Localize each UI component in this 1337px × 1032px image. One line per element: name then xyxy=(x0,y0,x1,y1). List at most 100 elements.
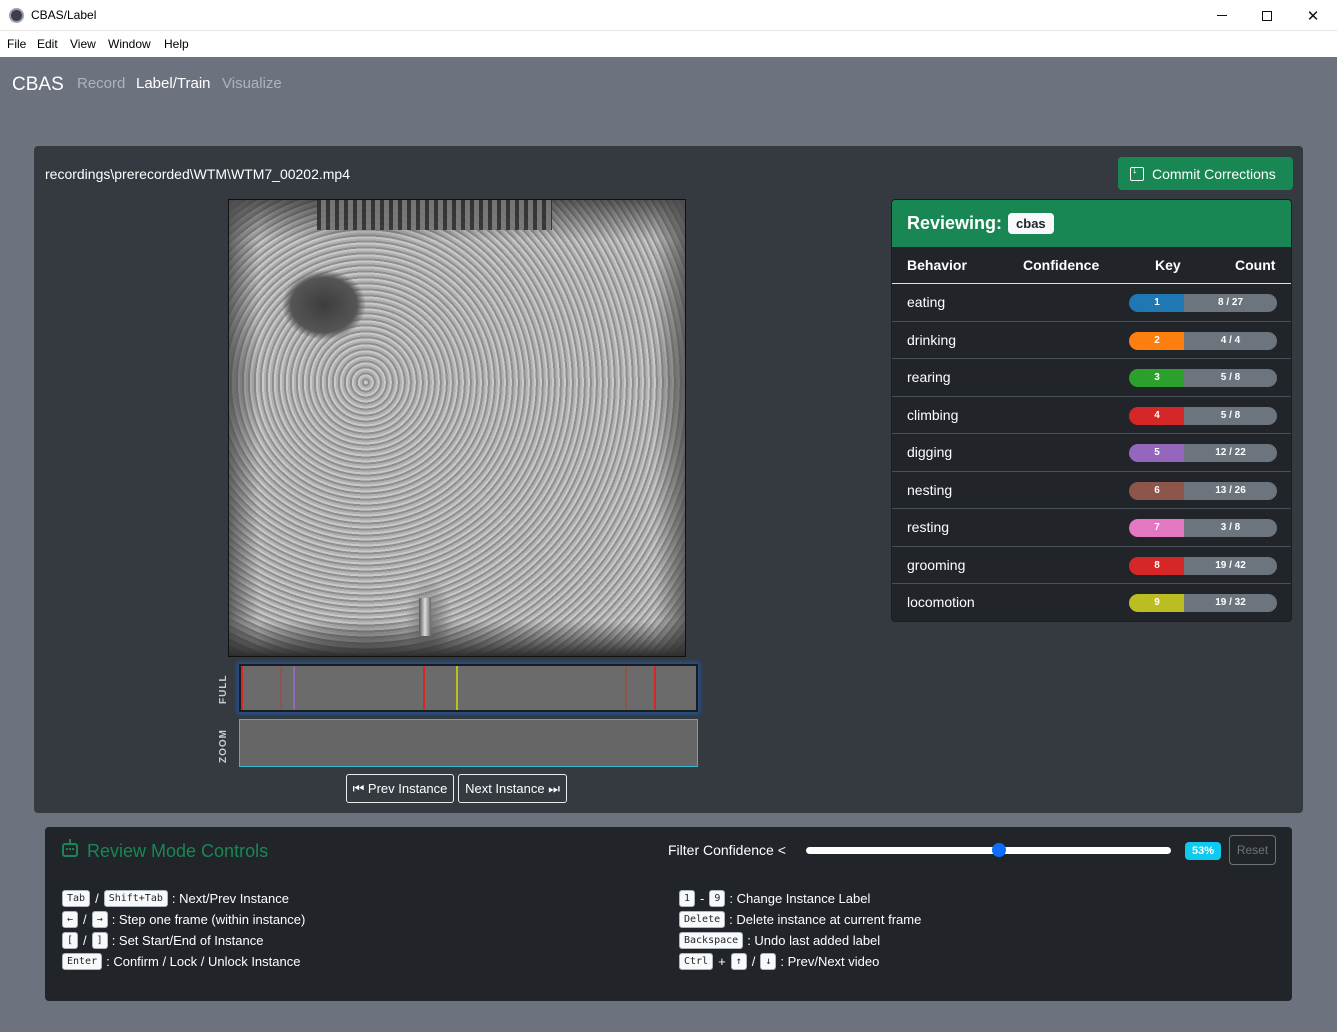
left-hotkey-row: [/] : Set Start/End of Instance xyxy=(60,932,263,949)
behavior-name: drinking xyxy=(907,331,957,348)
behavior-key-badge: 8 xyxy=(1129,556,1185,575)
key-separator: - xyxy=(700,891,705,906)
keycap: ↑ xyxy=(730,953,747,970)
behavior-key-badge: 2 xyxy=(1129,331,1185,350)
right-hotkey-row: Backspace : Undo last added label xyxy=(677,932,880,949)
title-bar: CBAS/Label ✕ xyxy=(0,0,1337,31)
hotkey-description: : Confirm / Lock / Unlock Instance xyxy=(106,954,301,969)
right-hotkey-row: Ctrl + ↑ / ↓ : Prev/Next video xyxy=(677,953,879,970)
video-frame[interactable] xyxy=(228,199,686,657)
behavior-key-badge: 4 xyxy=(1129,406,1185,425)
water-spout xyxy=(419,598,431,636)
app-icon xyxy=(9,8,24,23)
confidence-value-badge: 53% xyxy=(1185,842,1221,860)
confidence-slider[interactable] xyxy=(806,847,1171,854)
behavior-count-badge: 13 / 26 xyxy=(1184,481,1277,500)
keycap: Enter xyxy=(62,953,103,970)
behavior-count-badge: 4 / 4 xyxy=(1184,331,1277,350)
minimize-button[interactable] xyxy=(1199,0,1245,31)
key-separator: / xyxy=(83,933,87,948)
label-panel: recordings\prerecorded\WTM\WTM7_00202.mp… xyxy=(34,146,1303,813)
keycap: ← xyxy=(62,911,79,928)
behavior-count-badge: 12 / 22 xyxy=(1184,444,1277,462)
behavior-name: climbing xyxy=(907,406,959,423)
zoom-timeline[interactable] xyxy=(239,719,698,767)
menu-view[interactable]: View xyxy=(70,37,96,51)
key-separator: / xyxy=(83,912,87,927)
keycap: ↓ xyxy=(760,953,777,970)
behavior-name: eating xyxy=(907,294,946,310)
menu-bar: File Edit View Window Help xyxy=(0,31,1337,57)
key-separator: / xyxy=(95,891,99,906)
left-hotkey-row: ← / → : Step one frame (within instance) xyxy=(60,911,305,928)
brand-logo[interactable]: CBAS xyxy=(12,74,64,96)
hotkey-description: : Delete instance at current frame xyxy=(729,912,922,927)
behavior-key-badge: 9 xyxy=(1129,594,1185,612)
menu-edit[interactable]: Edit xyxy=(37,37,58,51)
window-title: CBAS/Label xyxy=(31,8,97,22)
behavior-row-nesting[interactable]: nesting 6 13 / 26 xyxy=(892,472,1291,509)
review-controls-panel: Review Mode Controls Filter Confidence <… xyxy=(45,827,1292,1001)
filter-label: Filter Confidence < xyxy=(668,842,786,858)
nav-visualize[interactable]: Visualize xyxy=(222,75,282,92)
behavior-count-badge: 8 / 27 xyxy=(1184,294,1277,312)
behavior-row-eating[interactable]: eating 1 8 / 27 xyxy=(892,284,1291,322)
behavior-row-drinking[interactable]: drinking 2 4 / 4 xyxy=(892,322,1291,359)
behavior-count-badge: 5 / 8 xyxy=(1184,406,1277,425)
col-confidence: Confidence xyxy=(1023,257,1100,273)
keycap: [ xyxy=(62,932,79,949)
nav-label-train[interactable]: Label/Train xyxy=(136,75,211,92)
maximize-button[interactable] xyxy=(1244,0,1290,31)
col-count: Count xyxy=(1235,257,1276,273)
hotkey-description: : Undo last added label xyxy=(747,933,881,948)
keycap: Tab xyxy=(62,890,91,907)
close-icon: ✕ xyxy=(1306,7,1320,25)
next-instance-button[interactable]: Next Instance ⏭ xyxy=(458,774,567,803)
keycap: → xyxy=(91,911,108,928)
timeline-marker xyxy=(654,666,656,710)
behavior-row-rearing[interactable]: rearing 3 5 / 8 xyxy=(892,359,1291,397)
behavior-row-climbing[interactable]: climbing 4 5 / 8 xyxy=(892,397,1291,434)
behavior-row-digging[interactable]: digging 5 12 / 22 xyxy=(892,434,1291,472)
behavior-count-badge: 5 / 8 xyxy=(1184,369,1277,387)
behavior-name: locomotion xyxy=(907,594,975,610)
table-header: Behavior Confidence Key Count xyxy=(892,247,1291,284)
commit-label: Commit Corrections xyxy=(1152,165,1276,182)
app-nav: CBAS Record Label/Train Visualize xyxy=(0,57,1337,109)
behavior-key-badge: 5 xyxy=(1129,444,1185,462)
timeline-marker xyxy=(241,666,243,710)
reset-button[interactable]: Reset xyxy=(1229,835,1276,865)
behavior-row-resting[interactable]: resting 7 3 / 8 xyxy=(892,509,1291,547)
keycap: 9 xyxy=(709,890,726,907)
video-filepath: recordings\prerecorded\WTM\WTM7_00202.mp… xyxy=(45,166,351,182)
download-icon xyxy=(1130,164,1144,181)
full-timeline[interactable] xyxy=(239,664,698,712)
video-shade xyxy=(229,621,685,656)
prev-instance-button[interactable]: ⏮ Prev Instance xyxy=(346,774,454,803)
robot-icon xyxy=(62,839,78,857)
close-button[interactable]: ✕ xyxy=(1290,0,1336,31)
slider-thumb[interactable] xyxy=(992,843,1007,857)
menu-window[interactable]: Window xyxy=(108,37,151,51)
col-behavior: Behavior xyxy=(907,257,967,273)
timeline-marker xyxy=(280,666,282,710)
behavior-row-grooming[interactable]: grooming 8 19 / 42 xyxy=(892,547,1291,584)
menu-help[interactable]: Help xyxy=(164,37,189,51)
menu-file[interactable]: File xyxy=(7,37,26,51)
maximize-icon xyxy=(1262,10,1272,21)
review-table-card: Reviewing: cbas Behavior Confidence Key … xyxy=(891,199,1292,622)
keycap: Backspace xyxy=(679,932,744,949)
right-hotkey-row: Delete : Delete instance at current fram… xyxy=(677,911,921,928)
key-separator: / xyxy=(751,954,756,969)
behavior-key-badge: 7 xyxy=(1129,519,1185,537)
hotkey-description: : Next/Prev Instance xyxy=(171,891,289,906)
timeline-marker xyxy=(423,666,425,710)
timeline-marker xyxy=(625,666,627,710)
commit-corrections-button[interactable]: Commit Corrections xyxy=(1118,157,1293,190)
cage-lid xyxy=(317,200,552,230)
left-hotkey-row: Enter : Confirm / Lock / Unlock Instance xyxy=(60,953,300,970)
nav-record[interactable]: Record xyxy=(77,75,125,92)
behavior-row-locomotion[interactable]: locomotion 9 19 / 32 xyxy=(892,584,1291,621)
behavior-count-badge: 19 / 42 xyxy=(1184,556,1277,575)
behavior-name: grooming xyxy=(907,556,966,573)
